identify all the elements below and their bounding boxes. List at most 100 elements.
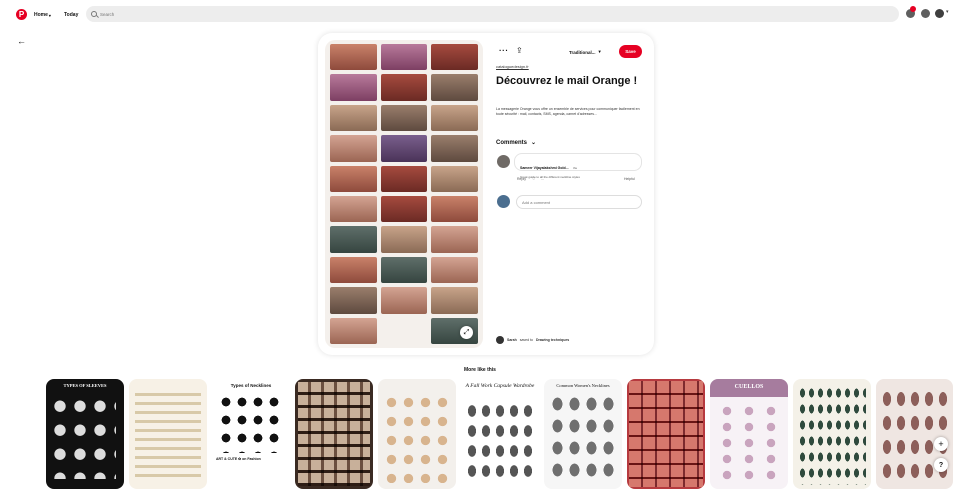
add-comment-input[interactable] [516,195,642,209]
chevron-down-icon: ⌄ [531,140,537,146]
image-tile [431,44,478,71]
image-tile [330,104,377,132]
related-pin-title: Types of Necklines [230,383,272,388]
related-pin-image [383,393,451,483]
heart-icon[interactable]: ♡ [532,177,535,181]
saved-to-text: saved to [519,338,533,342]
helpful-button[interactable]: Helpful [624,177,635,181]
related-pin-image [218,393,284,453]
pin-title: Découvrez le mail Orange ! [496,75,638,87]
pinterest-logo-icon[interactable]: P [16,9,27,20]
related-pin[interactable]: Common Women's Necklines [544,379,622,489]
image-tile [330,317,377,344]
related-pin[interactable] [876,379,953,489]
account-chevron-down-icon[interactable]: ▾ [946,9,949,15]
related-pins-grid: TYPES OF SLEEVES Types of Necklines ART … [46,379,953,489]
comment-more-button[interactable]: ... [541,177,544,181]
image-tile [431,287,478,314]
home-dropdown[interactable]: Home ▾ [34,9,51,21]
image-tile [330,195,377,223]
related-pin[interactable]: CUELLOS [710,379,788,489]
image-tile [330,44,377,71]
reply-button[interactable]: Reply [517,177,526,181]
image-tile [380,256,428,284]
image-tile [380,135,428,162]
image-tile [431,226,478,253]
more-like-this-header: More like this [464,367,496,373]
related-pin-image [465,401,535,485]
home-label: Home [34,12,48,18]
board-select-dropdown[interactable]: Traditional... ▾ [569,49,601,55]
related-pin-image [298,382,370,486]
related-pin-image [54,399,116,479]
related-pin-image [629,381,703,487]
saved-by-line: Sarah saved to Drawing techniques [496,336,569,344]
board-select-label: Traditional... [569,49,596,55]
question-icon[interactable]: ? [934,458,948,472]
related-pin[interactable] [627,379,705,489]
image-tile [431,74,478,101]
image-tile [330,165,377,192]
related-pin-image [135,393,201,483]
comment-author[interactable]: Sameer Vijayalakshmi Gold... [520,166,569,170]
profile-avatar[interactable] [935,9,944,18]
comment-actions: Reply ♡ ... [517,177,544,181]
image-tile [431,104,478,132]
share-icon[interactable]: ⇪ [516,46,523,55]
related-pin[interactable] [129,379,207,489]
comments-header: Comments [496,139,528,146]
arrow-left-icon[interactable]: ← [17,36,26,46]
pin-source-link[interactable]: cataloguedesign.fr [496,64,529,69]
search-icon [91,11,97,17]
related-pin[interactable]: Types of Necklines ART & CUTE ✿ on Fashi… [212,379,290,489]
image-tile [380,226,428,253]
image-tile [330,135,377,162]
pin-description: La messagerie Orange vous offre un ensem… [496,107,640,116]
image-tile [431,256,478,284]
pin-closeup-card: ⤢ ··· ⇪ Traditional... ▾ Save catalogued… [318,33,654,355]
ellipsis-icon[interactable]: ··· [499,46,509,55]
related-pin[interactable] [295,379,373,489]
related-pin-title: A Fall Work Capsule Wardrobe [465,383,535,389]
top-navigation-bar: P Home ▾ Today ▾ [0,0,953,30]
commenter-avatar[interactable] [497,155,510,168]
image-tile [380,165,428,192]
related-pin-image [549,393,617,485]
image-tile [431,135,478,162]
comment: Sameer Vijayalakshmi Gold... 3w Great gu… [514,153,642,179]
image-tile [380,104,428,132]
comments-toggle[interactable]: Comments ⌄ [496,139,537,147]
saved-board-name[interactable]: Drawing techniques [536,338,569,342]
notification-badge [910,6,916,12]
save-button[interactable]: Save [619,45,642,58]
saver-name[interactable]: Sarah [507,338,517,342]
saver-avatar[interactable] [496,336,504,344]
search-input[interactable] [100,11,400,17]
related-pin[interactable]: TYPES OF SLEEVES [46,379,124,489]
related-pin[interactable] [793,379,871,489]
pin-image[interactable] [325,40,483,348]
current-user-avatar [497,195,510,208]
related-pin-image [716,403,782,483]
today-tab[interactable]: Today [64,9,78,21]
comment-age: 3w [573,166,577,170]
image-tile [380,74,428,101]
related-pin[interactable] [378,379,456,489]
expand-icon[interactable]: ⤢ [460,326,473,339]
messages-icon[interactable] [921,9,930,18]
image-tile [431,165,478,192]
related-pin-title: CUELLOS [734,384,764,390]
chevron-down-icon: ▾ [598,49,601,54]
image-tile [380,44,428,71]
plus-icon[interactable]: + [934,437,948,451]
image-tile [380,317,428,344]
image-tile [330,74,377,101]
chevron-down-icon: ▾ [48,12,51,18]
search-bar[interactable] [86,6,899,22]
related-pin-image [798,385,866,485]
image-tile [380,195,428,223]
image-tile [330,287,377,314]
related-pin[interactable]: A Fall Work Capsule Wardrobe [461,379,539,489]
image-tile [330,256,377,284]
image-tile [380,287,428,314]
